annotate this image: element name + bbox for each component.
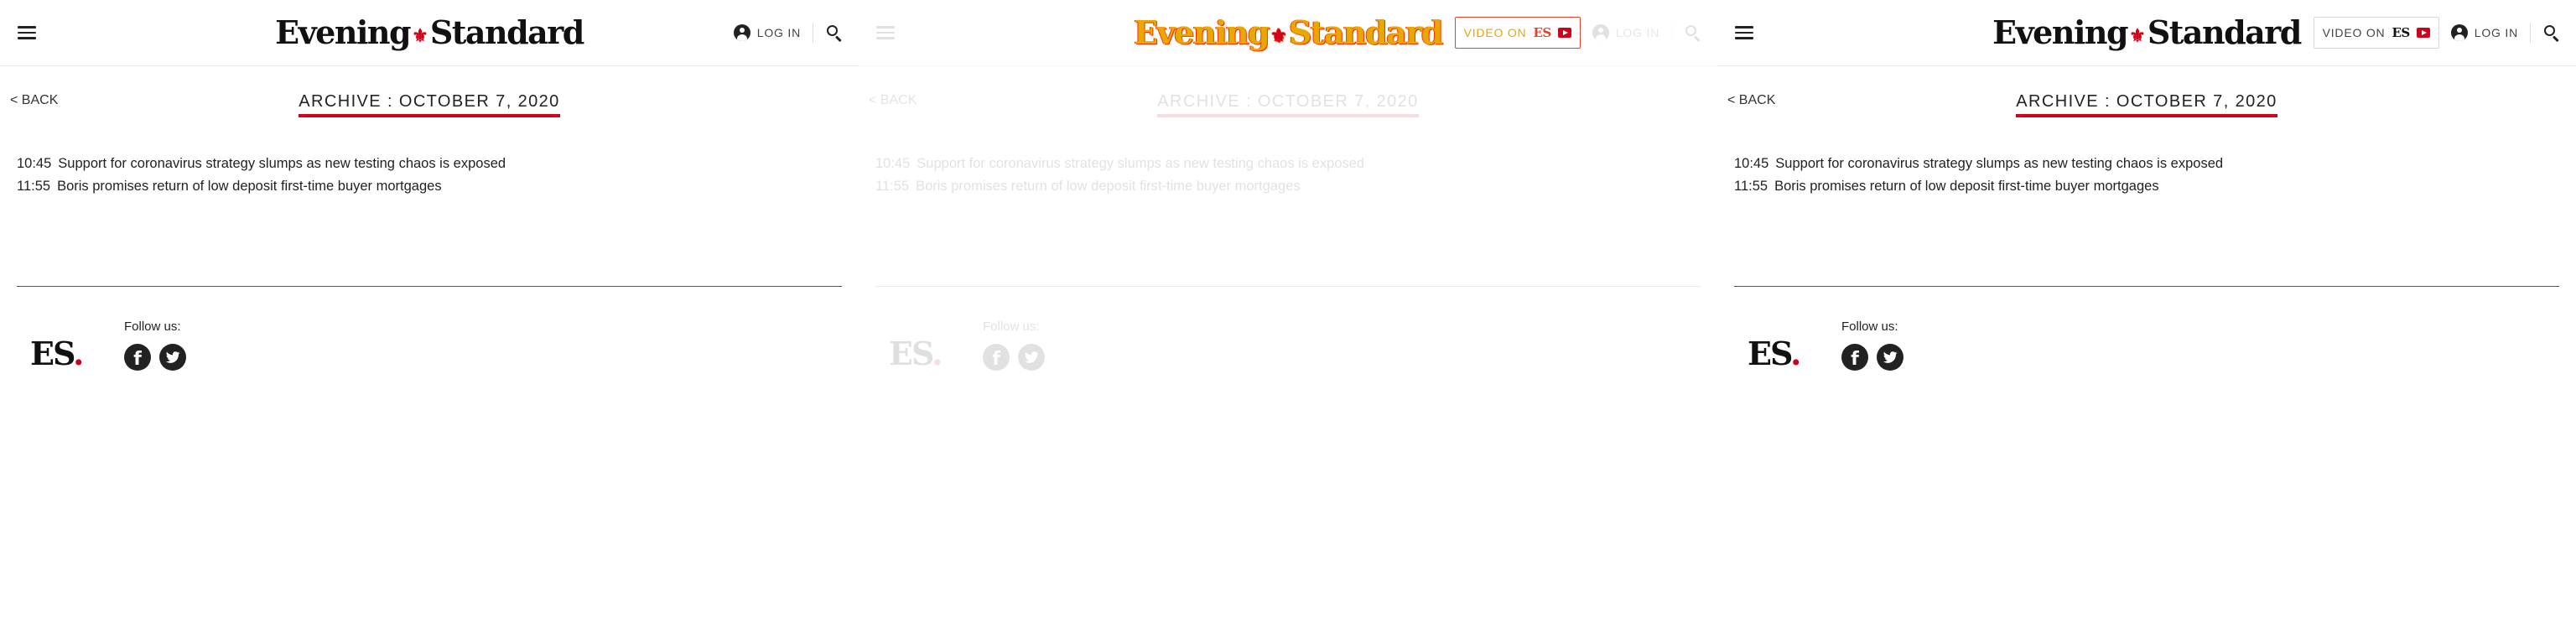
page-view-1: Evening⚜Standard LOG IN < BACK ARCHIVE :…	[0, 0, 859, 644]
page-view-3: Evening⚜Standard VIDEO ON ES LOG IN < BA…	[1717, 0, 2576, 644]
header-tools: VIDEO ON ES LOG IN	[2313, 17, 2561, 49]
login-label: LOG IN	[756, 26, 801, 39]
social-links: f	[1841, 344, 1903, 371]
search-icon[interactable]	[1684, 23, 1702, 43]
facebook-icon[interactable]: f	[1841, 344, 1868, 371]
article-list: 10:45 Support for coronavirus strategy sl…	[17, 153, 506, 198]
video-label: VIDEO ON	[2322, 26, 2386, 39]
article-time: 11:55	[1734, 179, 1768, 194]
video-on-es-button[interactable]: VIDEO ON ES	[1454, 17, 1581, 49]
logo-ornament-icon: ⚜	[2129, 24, 2146, 47]
page-title: ARCHIVE : OCTOBER 7, 2020	[299, 92, 560, 117]
site-logo[interactable]: Evening⚜Standard	[0, 12, 859, 57]
social-links: f	[124, 344, 186, 371]
follow-label: Follow us:	[1841, 319, 1898, 334]
article-headline[interactable]: Support for coronavirus strategy slumps …	[917, 156, 1364, 171]
login-label: LOG IN	[1615, 26, 1659, 39]
logo-ornament-icon: ⚜	[412, 24, 428, 47]
footer-logo-text: ES	[889, 335, 933, 372]
footer-logo[interactable]: ES.	[30, 333, 84, 375]
video-brand: ES	[2392, 25, 2410, 40]
list-item[interactable]: 10:45 Support for coronavirus strategy sl…	[875, 153, 1364, 175]
footer-divider	[1734, 286, 2559, 287]
article-time: 10:45	[17, 156, 52, 171]
facebook-glyph: f	[133, 348, 142, 370]
login-button[interactable]: LOG IN	[733, 24, 801, 41]
footer-divider	[875, 286, 1701, 287]
list-item[interactable]: 10:45 Support for coronavirus strategy sl…	[17, 153, 506, 175]
logo-text-right: Standard	[429, 13, 585, 51]
follow-label: Follow us:	[124, 319, 181, 334]
header-divider	[2530, 23, 2531, 43]
twitter-icon[interactable]	[159, 344, 186, 371]
search-icon[interactable]	[825, 23, 844, 43]
archive-title-wrap: ARCHIVE : OCTOBER 7, 2020	[1717, 92, 2576, 117]
article-time: 11:55	[17, 179, 51, 194]
play-icon	[1557, 28, 1571, 38]
video-on-es-button[interactable]: VIDEO ON ES	[2313, 17, 2439, 49]
logo-text-left: Evening	[1134, 13, 1270, 51]
facebook-glyph: f	[1851, 348, 1859, 370]
video-label: VIDEO ON	[1463, 26, 1527, 39]
twitter-icon[interactable]	[1018, 344, 1045, 371]
user-icon	[733, 24, 750, 41]
play-icon	[2416, 28, 2430, 38]
page-view-2-loading: Evening⚜Standard VIDEO ON ES LOG IN < BA…	[859, 0, 1717, 644]
site-header: Evening⚜Standard LOG IN	[0, 0, 859, 66]
user-icon	[2450, 24, 2468, 41]
logo-text-left: Evening	[1992, 13, 2128, 51]
footer-logo-dot: .	[932, 335, 943, 372]
article-time: 10:45	[875, 156, 911, 171]
article-headline[interactable]: Support for coronavirus strategy slumps …	[1775, 156, 2223, 171]
archive-title-wrap: ARCHIVE : OCTOBER 7, 2020	[0, 92, 859, 117]
twitter-icon[interactable]	[1877, 344, 1903, 371]
archive-title-wrap: ARCHIVE : OCTOBER 7, 2020	[859, 92, 1717, 117]
footer-logo[interactable]: ES.	[889, 333, 943, 375]
user-icon	[1592, 24, 1609, 41]
search-icon[interactable]	[2542, 23, 2561, 43]
article-time: 10:45	[1734, 156, 1769, 171]
footer-divider	[17, 286, 842, 287]
follow-label: Follow us:	[983, 319, 1040, 334]
footer-logo[interactable]: ES.	[1748, 333, 1801, 375]
logo-text-left: Evening	[275, 13, 411, 51]
list-item[interactable]: 11:55 Boris promises return of low deposi…	[17, 175, 506, 198]
article-headline[interactable]: Boris promises return of low deposit fir…	[57, 179, 442, 194]
social-links: f	[983, 344, 1045, 371]
article-list: 10:45 Support for coronavirus strategy sl…	[875, 153, 1364, 198]
header-tools: LOG IN	[733, 17, 844, 49]
facebook-glyph: f	[992, 348, 1000, 370]
logo-text-right: Standard	[2147, 13, 2303, 51]
page-title: ARCHIVE : OCTOBER 7, 2020	[1157, 92, 1419, 117]
footer-logo-dot: .	[73, 335, 84, 372]
video-brand: ES	[1533, 25, 1551, 40]
list-item[interactable]: 11:55 Boris promises return of low deposi…	[875, 175, 1364, 198]
login-button[interactable]: LOG IN	[2450, 24, 2518, 41]
article-headline[interactable]: Boris promises return of low deposit fir…	[916, 179, 1301, 194]
list-item[interactable]: 11:55 Boris promises return of low deposi…	[1734, 175, 2223, 198]
article-list: 10:45 Support for coronavirus strategy sl…	[1734, 153, 2223, 198]
site-header: Evening⚜Standard VIDEO ON ES LOG IN	[859, 0, 1717, 66]
article-time: 11:55	[875, 179, 910, 194]
facebook-icon[interactable]: f	[124, 344, 151, 371]
footer-logo-text: ES	[1748, 335, 1792, 372]
site-header: Evening⚜Standard VIDEO ON ES LOG IN	[1717, 0, 2576, 66]
page-title: ARCHIVE : OCTOBER 7, 2020	[2016, 92, 2277, 117]
login-label: LOG IN	[2474, 26, 2518, 39]
header-divider	[1671, 23, 1672, 43]
list-item[interactable]: 10:45 Support for coronavirus strategy sl…	[1734, 153, 2223, 175]
footer-logo-text: ES	[30, 335, 75, 372]
article-headline[interactable]: Boris promises return of low deposit fir…	[1774, 179, 2159, 194]
footer-logo-dot: .	[1790, 335, 1801, 372]
header-tools: VIDEO ON ES LOG IN	[1454, 17, 1702, 49]
logo-ornament-icon: ⚜	[1270, 24, 1287, 47]
login-button[interactable]: LOG IN	[1592, 24, 1659, 41]
logo-text-right: Standard	[1288, 13, 1444, 51]
article-headline[interactable]: Support for coronavirus strategy slumps …	[58, 156, 506, 171]
facebook-icon[interactable]: f	[983, 344, 1010, 371]
